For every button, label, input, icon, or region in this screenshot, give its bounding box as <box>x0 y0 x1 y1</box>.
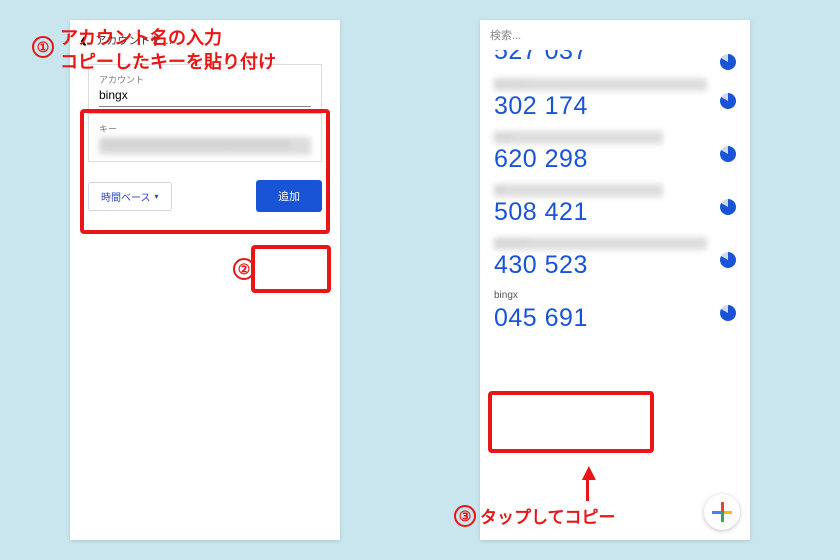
auth-code-list: 527 037account302 174acct620 298ac508 42… <box>480 50 750 339</box>
callout-1-number: ① <box>32 36 54 58</box>
plus-icon <box>721 502 724 512</box>
header-title: アカウントを… <box>95 32 172 48</box>
account-field-block[interactable]: アカウント bingx <box>89 65 321 113</box>
auth-item-code[interactable]: 302 174 <box>494 91 736 121</box>
auth-item[interactable]: account430 523 <box>480 233 750 286</box>
auth-item-account: bingx <box>494 290 736 303</box>
auth-item-account: account <box>494 237 707 250</box>
auth-item-code[interactable]: 430 523 <box>494 250 736 280</box>
search-input[interactable]: 検索... <box>490 30 521 42</box>
auth-item[interactable]: acct620 298 <box>480 127 750 180</box>
button-row: 時間ベース ▾ 追加 <box>88 180 322 212</box>
chevron-down-icon: ▾ <box>155 192 159 201</box>
auth-item[interactable]: 527 037 <box>480 50 750 74</box>
auth-item[interactable]: account302 174 <box>480 74 750 127</box>
account-field-label: アカウント <box>99 73 311 86</box>
countdown-pie-icon <box>720 54 736 70</box>
auth-item-code[interactable]: 527 037 <box>494 50 736 66</box>
time-base-dropdown[interactable]: 時間ベース ▾ <box>88 182 172 211</box>
auth-item[interactable]: ac508 421 <box>480 180 750 233</box>
form-card: アカウント bingx キー XXXXXXXXXXXXXXXXXXXXXXXX <box>88 64 322 162</box>
countdown-pie-icon <box>720 146 736 162</box>
countdown-pie-icon <box>720 93 736 109</box>
key-field-label: キー <box>99 122 311 135</box>
auth-item[interactable]: bingx045 691 <box>480 286 750 339</box>
auth-item-code[interactable]: 508 421 <box>494 197 736 227</box>
auth-item-account: account <box>494 78 707 91</box>
callout-3-number: ③ <box>454 505 476 527</box>
auth-item-code[interactable]: 045 691 <box>494 303 736 333</box>
key-field-block[interactable]: キー XXXXXXXXXXXXXXXXXXXXXXXX <box>89 113 321 161</box>
countdown-pie-icon <box>720 252 736 268</box>
countdown-pie-icon <box>720 199 736 215</box>
fab-add-account[interactable] <box>704 494 740 530</box>
add-button[interactable]: 追加 <box>256 180 322 212</box>
auth-item-account: acct <box>494 131 663 144</box>
key-field-value[interactable]: XXXXXXXXXXXXXXXXXXXXXXXX <box>99 137 311 155</box>
phone-add-account: ‹ アカウントを… アカウント bingx キー XXXXXXXXXXXXXXX… <box>70 20 340 540</box>
phone-authenticator: 検索... 527 037account302 174acct620 298ac… <box>480 20 750 540</box>
countdown-pie-icon <box>720 305 736 321</box>
auth-item-account: ac <box>494 184 663 197</box>
account-field-value[interactable]: bingx <box>99 88 311 107</box>
time-base-label: 時間ベース <box>101 189 151 204</box>
form-header: ‹ アカウントを… <box>70 20 340 60</box>
auth-item-code[interactable]: 620 298 <box>494 144 736 174</box>
back-icon[interactable]: ‹ <box>76 27 91 53</box>
search-bar[interactable]: 検索... <box>480 20 750 50</box>
